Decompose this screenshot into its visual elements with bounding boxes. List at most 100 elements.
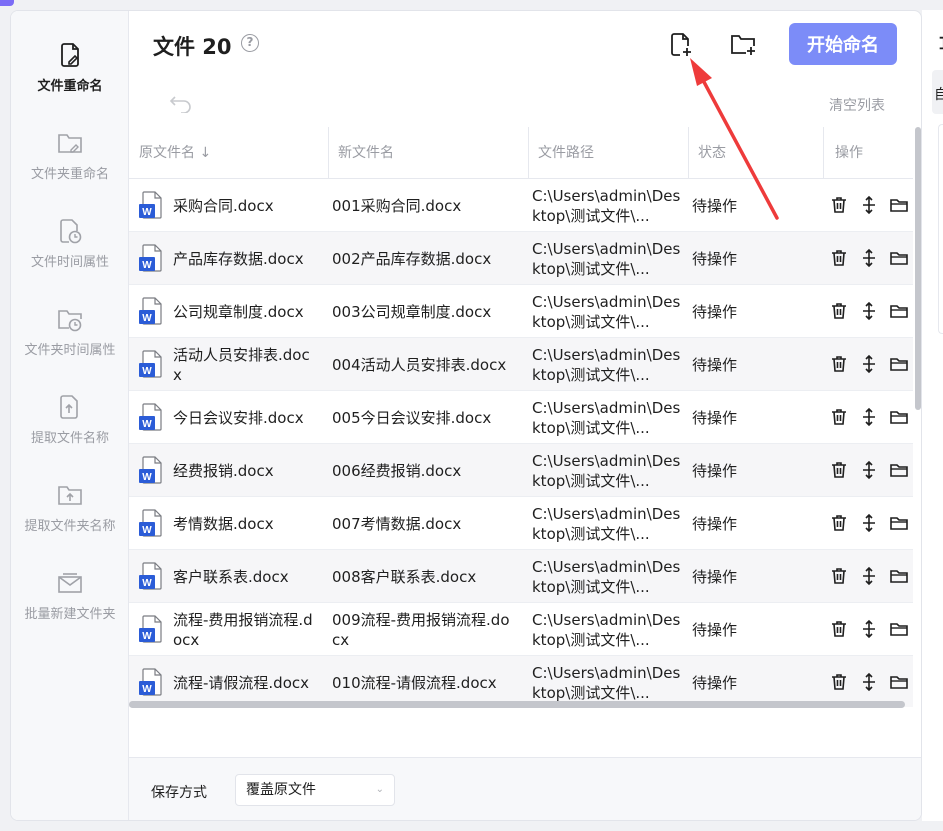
status-cell: 待操作 [692,567,738,586]
move-icon[interactable] [859,672,879,692]
chevron-down-icon: ⌄ [375,784,384,795]
new-name-cell: 002产品库存数据.docx [332,249,492,268]
svg-text:W: W [142,260,152,271]
word-document-icon: W [139,562,162,590]
move-icon[interactable] [859,354,879,374]
table-row[interactable]: W 公司规章制度.docx 003公司规章制度.docx C:\Users\admin… [129,285,913,338]
horizontal-scrollbar[interactable] [129,701,905,708]
original-name-cell: 活动人员安排表.docx [173,345,310,384]
vertical-scrollbar[interactable] [915,127,921,410]
save-mode-value: 覆盖原文件 [246,782,316,798]
table-row[interactable]: W 流程-费用报销流程.docx 009流程-费用报销流程.docx C:\Users… [129,603,913,656]
svg-text:W: W [142,684,152,695]
folder-edit-icon [58,134,82,153]
path-cell: C:\Users\admin\Desktop\测试文件\... [532,292,681,331]
open-folder-icon[interactable] [889,195,909,215]
delete-icon[interactable] [829,248,849,268]
word-document-icon: W [139,191,162,219]
delete-icon[interactable] [829,407,849,427]
open-folder-icon[interactable] [889,672,909,692]
save-mode-label: 保存方式 [151,785,207,801]
path-cell: C:\Users\admin\Desktop\测试文件\... [532,504,681,543]
table-row[interactable]: W 流程-请假流程.docx 010流程-请假流程.docx C:\Users\adm… [129,656,913,707]
save-mode-select[interactable]: 覆盖原文件 ⌄ [235,774,395,806]
delete-icon[interactable] [829,460,849,480]
app-window: 文件重命名 文件夹重命名 文件时间属性 文件夹时间属性 提取文件名称 提取文件夹… [10,10,922,821]
table-row[interactable]: W 产品库存数据.docx 002产品库存数据.docx C:\Users\admin… [129,232,913,285]
delete-icon[interactable] [829,513,849,533]
main-panel: 文件 20 ? 开始命名 清空列表 原文件名 ↓ 新文件名 文件路径 状态 操作… [129,11,921,820]
delete-icon[interactable] [829,619,849,639]
open-folder-icon[interactable] [889,301,909,321]
status-cell: 待操作 [692,302,738,321]
path-cell: C:\Users\admin\Desktop\测试文件\... [532,398,681,437]
add-file-icon[interactable] [667,31,695,59]
add-folder-icon[interactable] [729,31,757,59]
open-folder-icon[interactable] [889,513,909,533]
svg-text:W: W [142,578,152,589]
table-row[interactable]: W 经费报销.docx 006经费报销.docx C:\Users\admin\Des… [129,444,913,497]
open-folder-icon[interactable] [889,248,909,268]
svg-text:W: W [142,366,152,377]
move-icon[interactable] [859,407,879,427]
open-folder-icon[interactable] [889,407,909,427]
delete-icon[interactable] [829,672,849,692]
original-name-cell: 流程-请假流程.docx [173,673,310,692]
sidebar-item-batch-new-folder[interactable]: 批量新建文件夹 [11,569,129,639]
status-cell: 待操作 [692,514,738,533]
svg-text:W: W [142,313,152,324]
start-rename-button[interactable]: 开始命名 [789,23,897,65]
open-folder-icon[interactable] [889,619,909,639]
open-folder-icon[interactable] [889,354,909,374]
column-divider [823,127,824,179]
move-icon[interactable] [859,619,879,639]
move-icon[interactable] [859,195,879,215]
clear-list-button[interactable]: 清空列表 [829,95,885,115]
svg-text:W: W [142,419,152,430]
column-header-original-name[interactable]: 原文件名 ↓ [129,127,211,179]
undo-icon[interactable] [169,91,193,113]
help-icon[interactable]: ? [241,34,259,52]
path-cell: C:\Users\admin\Desktop\测试文件\... [532,610,681,649]
table-row[interactable]: W 考情数据.docx 007考情数据.docx C:\Users\admin\Des… [129,497,913,550]
sidebar-item-extract-folder-names[interactable]: 提取文件夹名称 [11,481,129,551]
new-name-cell: 005今日会议安排.docx [332,408,492,427]
table-row[interactable]: W 采购合同.docx 001采购合同.docx C:\Users\admin\Des… [129,179,913,232]
delete-icon[interactable] [829,195,849,215]
right-panel-label: 自 [934,87,943,103]
column-header-path: 文件路径 [538,145,594,161]
delete-icon[interactable] [829,566,849,586]
move-icon[interactable] [859,460,879,480]
move-icon[interactable] [859,301,879,321]
original-name-cell: 产品库存数据.docx [173,249,304,268]
delete-icon[interactable] [829,354,849,374]
sidebar-item-label: 文件夹重命名 [30,167,109,182]
right-panel: Ｉ 自 [922,10,943,821]
open-folder-icon[interactable] [889,566,909,586]
sidebar-item-label: 提取文件名称 [30,431,109,446]
right-panel-card [938,124,943,334]
sidebar-item-extract-file-names[interactable]: 提取文件名称 [11,393,129,463]
sidebar-item-folder-time[interactable]: 文件夹时间属性 [11,305,129,375]
open-folder-icon[interactable] [889,460,909,480]
move-icon[interactable] [859,248,879,268]
svg-text:W: W [142,472,152,483]
status-cell: 待操作 [692,355,738,374]
new-name-cell: 007考情数据.docx [332,514,462,533]
sidebar-item-folder-rename[interactable]: 文件夹重命名 [11,129,129,199]
delete-icon[interactable] [829,301,849,321]
table-row[interactable]: W 活动人员安排表.docx 004活动人员安排表.docx C:\Users\adm… [129,338,913,391]
table-row[interactable]: W 今日会议安排.docx 005今日会议安排.docx C:\Users\admin… [129,391,913,444]
sidebar-item-file-time[interactable]: 文件时间属性 [11,217,129,287]
sidebar: 文件重命名 文件夹重命名 文件时间属性 文件夹时间属性 提取文件名称 提取文件夹… [11,11,129,820]
original-name-cell: 今日会议安排.docx [173,408,304,427]
table-row[interactable]: W 客户联系表.docx 008客户联系表.docx C:\Users\admin\D… [129,550,913,603]
move-icon[interactable] [859,566,879,586]
sidebar-item-file-rename[interactable]: 文件重命名 [11,41,129,111]
word-document-icon: W [139,403,162,431]
move-icon[interactable] [859,513,879,533]
sidebar-item-label: 提取文件夹名称 [24,519,116,534]
original-name-cell: 经费报销.docx [173,461,274,480]
original-name-cell: 考情数据.docx [173,514,274,533]
sidebar-item-label: 文件时间属性 [30,255,109,270]
